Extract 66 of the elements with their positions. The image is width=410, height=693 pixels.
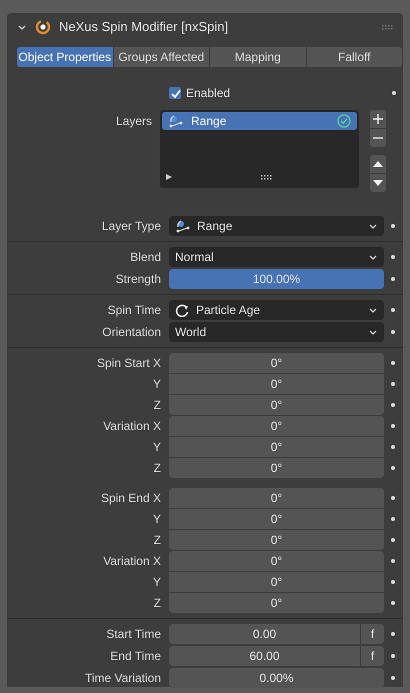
number-field[interactable]: 0° bbox=[169, 353, 384, 373]
number-field[interactable]: 0° bbox=[169, 458, 384, 478]
dropdown[interactable]: Normal bbox=[169, 247, 384, 267]
dropdown[interactable]: World bbox=[169, 322, 384, 342]
number-field[interactable]: 60.00 bbox=[169, 646, 360, 666]
field-label: Time Variation bbox=[84, 670, 161, 687]
field-label: Variation X bbox=[103, 553, 161, 570]
slider[interactable]: 0.00% bbox=[169, 668, 384, 688]
field-label: End Time bbox=[110, 648, 161, 665]
number-field[interactable]: 0° bbox=[169, 488, 384, 508]
drag-handle-icon bbox=[382, 24, 393, 30]
panel-title: NeXus Spin Modifier [nxSpin] bbox=[59, 18, 230, 36]
tab[interactable]: Falloff bbox=[306, 47, 402, 67]
rotate-arrow-icon bbox=[175, 303, 189, 317]
add-button[interactable] bbox=[370, 110, 386, 128]
checkbox[interactable] bbox=[169, 87, 181, 99]
frame-unit-button[interactable]: f bbox=[361, 646, 384, 666]
tab[interactable]: Object Properties bbox=[17, 47, 112, 67]
number-field[interactable]: 0° bbox=[169, 416, 384, 436]
move-down-button[interactable] bbox=[370, 174, 386, 192]
list-item[interactable]: Range bbox=[162, 112, 357, 130]
check-icon bbox=[170, 88, 180, 98]
field-label: Y bbox=[152, 574, 161, 591]
dropdown[interactable]: Range bbox=[169, 216, 384, 236]
field-label: Layer Type bbox=[102, 218, 161, 235]
move-up-icon bbox=[373, 159, 383, 169]
number-field[interactable]: 0° bbox=[169, 530, 384, 550]
number-field[interactable]: 0° bbox=[169, 395, 384, 415]
field-label: Spin End X bbox=[100, 490, 161, 507]
field-label: Spin Start X bbox=[96, 355, 161, 372]
field-label: Variation X bbox=[103, 418, 161, 435]
field-label: Spin Time bbox=[108, 302, 161, 319]
frame-unit-button[interactable]: f bbox=[361, 624, 384, 644]
move-up-button[interactable] bbox=[370, 155, 386, 173]
remove-button[interactable] bbox=[370, 129, 386, 147]
field-label: Layers bbox=[116, 113, 152, 130]
number-field[interactable]: 0° bbox=[169, 374, 384, 394]
expand-triangle-icon[interactable] bbox=[166, 174, 172, 180]
range-icon bbox=[168, 114, 183, 128]
field-label: Z bbox=[154, 532, 161, 549]
field-label: Z bbox=[154, 595, 161, 612]
field-label: Y bbox=[152, 439, 161, 456]
field-label: Orientation bbox=[102, 324, 161, 341]
number-field[interactable]: 0° bbox=[169, 509, 384, 529]
field-label: Start Time bbox=[106, 626, 161, 643]
number-field[interactable]: 0° bbox=[169, 572, 384, 592]
resize-grip-icon bbox=[261, 175, 272, 180]
tab[interactable]: Groups Affected bbox=[114, 47, 209, 67]
number-field[interactable]: 0° bbox=[169, 551, 384, 571]
number-field[interactable]: 0° bbox=[169, 593, 384, 613]
range-icon bbox=[175, 219, 190, 233]
dropdown[interactable]: Particle Age bbox=[169, 300, 384, 320]
modifier-icon bbox=[35, 18, 51, 34]
field-label: Y bbox=[152, 376, 161, 393]
checkbox-label: Enabled bbox=[186, 85, 230, 102]
field-label: Y bbox=[152, 511, 161, 528]
field-label: Strength bbox=[116, 271, 161, 288]
slider[interactable]: 100.00% bbox=[169, 269, 384, 289]
tab[interactable]: Mapping bbox=[210, 47, 306, 67]
field-label: Z bbox=[154, 397, 161, 414]
field-label: Z bbox=[154, 460, 161, 477]
number-field[interactable]: 0.00 bbox=[169, 624, 360, 644]
field-label: Blend bbox=[130, 249, 161, 266]
add-icon bbox=[373, 114, 383, 124]
number-field[interactable]: 0° bbox=[169, 437, 384, 457]
move-down-icon bbox=[373, 178, 383, 188]
